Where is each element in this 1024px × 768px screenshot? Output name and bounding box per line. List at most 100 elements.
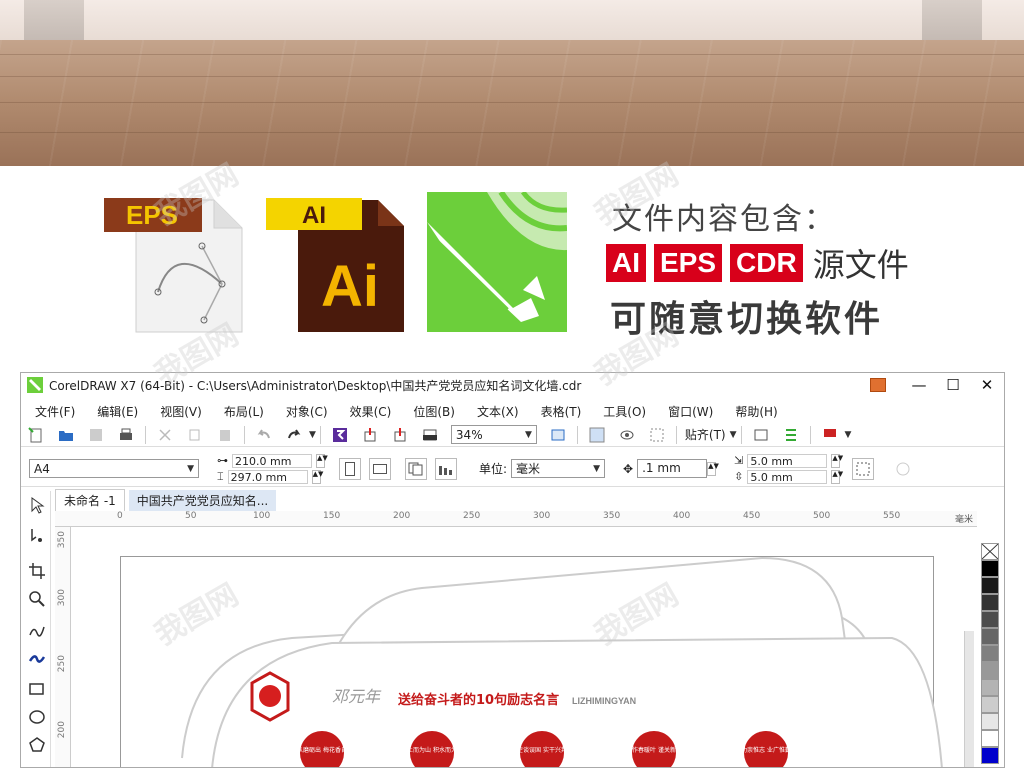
publish-pdf-icon[interactable] xyxy=(421,426,439,444)
menu-edit[interactable]: 编辑(E) xyxy=(83,403,146,420)
duplicate-x-field[interactable]: 5.0 mm xyxy=(747,453,828,468)
zoom-level-select[interactable]: 34% ▼ xyxy=(450,425,537,444)
close-button[interactable]: ✕ xyxy=(970,374,1004,396)
artistic-media-icon[interactable] xyxy=(27,649,47,669)
palette-swatch[interactable] xyxy=(981,645,999,662)
h-tick: 550 xyxy=(883,511,901,521)
h-tick: 300 xyxy=(533,511,551,521)
portrait-button[interactable] xyxy=(339,457,361,480)
maximize-button[interactable]: ☐ xyxy=(936,374,970,396)
quick-customize-icon[interactable] xyxy=(892,458,914,480)
minimize-button[interactable]: — xyxy=(902,374,936,396)
save-icon[interactable] xyxy=(87,426,105,444)
palette-swatch[interactable] xyxy=(981,560,999,577)
menu-window[interactable]: 窗口(W) xyxy=(654,403,721,420)
coreldraw-app-icon xyxy=(27,377,43,393)
snap-dropdown-icon[interactable]: ▼ xyxy=(730,430,737,440)
ellipse-tool-icon[interactable] xyxy=(27,707,47,727)
menu-object[interactable]: 对象(C) xyxy=(272,403,336,420)
toolbox xyxy=(21,491,51,767)
launch-menu-icon[interactable] xyxy=(821,426,839,444)
doc-tab-culture-wall[interactable]: 中国共产党党员应知名... xyxy=(128,489,277,511)
freehand-tool-icon[interactable] xyxy=(27,621,47,641)
palette-swatch[interactable] xyxy=(981,628,999,645)
dup-y-spinner[interactable]: ▲▼ xyxy=(831,469,843,484)
palette-swatch[interactable] xyxy=(981,594,999,611)
paste-icon[interactable] xyxy=(216,426,234,444)
cut-icon[interactable] xyxy=(156,426,174,444)
import-icon[interactable] xyxy=(361,426,379,444)
duplicate-y-field[interactable]: 5.0 mm xyxy=(747,469,828,484)
h-tick: 450 xyxy=(743,511,761,521)
options-icon[interactable] xyxy=(752,426,770,444)
landscape-button[interactable] xyxy=(369,457,391,480)
transform-object-button[interactable] xyxy=(852,457,875,480)
search-content-icon[interactable] xyxy=(331,426,349,444)
palette-swatch[interactable] xyxy=(981,662,999,679)
user-icon[interactable] xyxy=(870,378,886,392)
menu-help[interactable]: 帮助(H) xyxy=(721,403,785,420)
palette-swatch[interactable] xyxy=(981,696,999,713)
eps-file-icon: EPS xyxy=(104,190,244,335)
doc-tab-untitled[interactable]: 未命名 -1 xyxy=(55,489,125,511)
palette-swatch[interactable] xyxy=(981,679,999,696)
height-icon: ⌶ xyxy=(217,469,224,483)
h-tick: 250 xyxy=(463,511,481,521)
menu-text[interactable]: 文本(X) xyxy=(463,403,527,420)
show-guidelines-icon[interactable] xyxy=(648,426,666,444)
palette-swatch[interactable] xyxy=(981,713,999,730)
print-icon[interactable] xyxy=(117,426,135,444)
dup-x-spinner[interactable]: ▲▼ xyxy=(831,453,843,468)
open-folder-icon[interactable] xyxy=(57,426,75,444)
polygon-tool-icon[interactable] xyxy=(27,735,47,755)
current-page-button[interactable] xyxy=(435,457,457,480)
zoom-tool-icon[interactable] xyxy=(27,589,47,609)
copy-icon[interactable] xyxy=(186,426,204,444)
show-grid-icon[interactable] xyxy=(618,426,636,444)
application-launcher-icon[interactable] xyxy=(782,426,800,444)
rectangle-tool-icon[interactable] xyxy=(27,679,47,699)
launch-dropdown-icon[interactable]: ▼ xyxy=(845,430,852,440)
menu-view[interactable]: 视图(V) xyxy=(146,403,210,420)
units-select[interactable]: 毫米 ▼ xyxy=(511,459,606,478)
palette-swatch[interactable] xyxy=(981,611,999,628)
zoom-value: 34% xyxy=(455,427,483,442)
snap-to-label[interactable]: 贴齐(T) xyxy=(685,426,726,443)
nudge-distance-field[interactable]: .1 mm xyxy=(637,459,708,478)
artwork-headline: 送给奋斗者的10句励志名言 xyxy=(397,692,559,708)
show-rulers-icon[interactable] xyxy=(588,426,606,444)
width-spinner[interactable]: ▲▼ xyxy=(316,453,328,468)
menu-file[interactable]: 文件(F) xyxy=(21,403,83,420)
palette-swatch[interactable] xyxy=(981,577,999,594)
page-size-value: A4 xyxy=(34,461,50,476)
undo-icon[interactable] xyxy=(255,426,273,444)
menu-table[interactable]: 表格(T) xyxy=(527,403,590,420)
palette-swatch[interactable] xyxy=(981,730,999,747)
dup-x-icon: ⇲ xyxy=(734,454,744,467)
v-tick: 350 xyxy=(57,531,67,549)
screenshot-root: { "info": { "title": "文件内容包含：", "formats… xyxy=(0,0,1024,768)
redo-icon[interactable] xyxy=(285,426,303,444)
all-pages-button[interactable] xyxy=(405,457,427,480)
export-icon[interactable] xyxy=(391,426,409,444)
new-document-icon[interactable] xyxy=(27,426,45,444)
page-width-field[interactable]: 210.0 mm xyxy=(232,453,312,468)
redo-dropdown-icon[interactable]: ▼ xyxy=(309,430,316,440)
crop-tool-icon[interactable] xyxy=(27,561,47,581)
page-height-field[interactable]: 297.0 mm xyxy=(227,469,308,484)
full-screen-icon[interactable] xyxy=(549,426,567,444)
pick-tool-icon[interactable] xyxy=(27,495,47,515)
menu-effects[interactable]: 效果(C) xyxy=(336,403,400,420)
page-size-select[interactable]: A4 ▼ xyxy=(29,459,199,478)
shape-tool-icon[interactable] xyxy=(27,525,47,545)
no-color-swatch[interactable] xyxy=(981,543,999,560)
info-title: 文件内容包含： xyxy=(612,202,836,237)
vertical-scrollbar[interactable] xyxy=(964,631,974,767)
menu-layout[interactable]: 布局(L) xyxy=(210,403,272,420)
height-spinner[interactable]: ▲▼ xyxy=(311,469,323,484)
menu-tools[interactable]: 工具(O) xyxy=(589,403,654,420)
nudge-spinner[interactable]: ▲▼ xyxy=(707,461,719,476)
palette-swatch[interactable] xyxy=(981,747,999,764)
drawing-canvas[interactable]: 邓元年 送给奋斗者的10句励志名言 LIZHIMINGYAN 宝剑锋从磨砺出 梅… xyxy=(72,528,958,767)
menu-bitmaps[interactable]: 位图(B) xyxy=(399,403,463,420)
